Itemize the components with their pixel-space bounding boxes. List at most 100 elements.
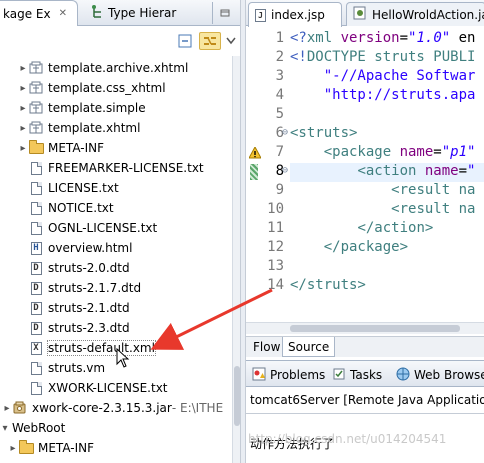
code-text: <struts>	[290, 125, 358, 141]
tree-item-label: struts-2.3.dtd	[48, 321, 130, 335]
tree-vertical-scrollbar[interactable]	[232, 56, 240, 463]
view-menu-button[interactable]	[222, 32, 240, 50]
scrollbar-thumb[interactable]	[290, 325, 460, 332]
dtd-file-icon: D	[28, 320, 44, 336]
tree-item-ognl-license[interactable]: OGNL-LICENSE.txt	[0, 218, 232, 238]
code-line[interactable]: 1 <?xml version="1.0" en	[246, 30, 484, 49]
tab-index-jsp[interactable]: J index.jsp	[248, 2, 342, 27]
code-line[interactable]: 10 <result na	[246, 201, 484, 220]
code-text: "-//Apache Softwar	[323, 68, 476, 84]
tree-item-struts-2-1-7-dtd[interactable]: D struts-2.1.7.dtd	[0, 278, 232, 298]
project-tree: ▸ template.archive.xhtml ▸ template.css_…	[0, 56, 232, 463]
tree-item-template-simple[interactable]: ▸ template.simple	[0, 98, 232, 118]
xml-editor: J index.jsp HelloWroldAction.ja 1 <?xml v…	[246, 0, 484, 357]
collapse-all-button[interactable]	[176, 32, 194, 50]
code-line[interactable]: 7 <package name="p1"	[246, 144, 484, 163]
globe-icon	[396, 367, 410, 384]
tree-item-label: template.simple	[48, 101, 146, 115]
line-number: 9	[275, 182, 284, 198]
expand-arrow-icon[interactable]: ▸	[18, 143, 28, 154]
dtd-file-icon: D	[28, 300, 44, 316]
change-marker-icon	[250, 164, 258, 180]
tab-web-browser[interactable]: Web Browse	[392, 364, 484, 386]
expand-arrow-icon[interactable]: ▸	[8, 443, 18, 454]
line-number: 11	[267, 220, 284, 236]
tree-item-template-xhtml[interactable]: ▸ template.xhtml	[0, 118, 232, 138]
tree-item-xwork-license[interactable]: XWORK-LICENSE.txt	[0, 378, 232, 398]
tree-item-label: LICENSE.txt	[48, 181, 119, 195]
tree-item-label: struts-2.0.dtd	[48, 261, 130, 275]
code-line[interactable]: 2 <!DOCTYPE struts PUBLI	[246, 49, 484, 68]
tree-item-label: FREEMARKER-LICENSE.txt	[48, 161, 204, 175]
dtd-file-icon: D	[28, 280, 44, 296]
tab-problems[interactable]: Problems	[248, 364, 329, 386]
editor-tabbar: J index.jsp HelloWroldAction.ja	[246, 0, 484, 27]
code-line[interactable]: 4 "http://struts.apa	[246, 87, 484, 106]
tree-item-xwork-core-jar[interactable]: ▸ xwork-core-2.3.15.3.jar - E:\ITHE	[0, 398, 232, 418]
text-file-icon	[28, 220, 44, 236]
tree-item-license[interactable]: LICENSE.txt	[0, 178, 232, 198]
link-with-editor-button[interactable]	[199, 32, 221, 50]
tree-item-template-archive[interactable]: ▸ template.archive.xhtml	[0, 58, 232, 78]
tab-package-explorer[interactable]: kage Ex ✕	[0, 0, 78, 26]
view-menu-icon[interactable]	[212, 2, 236, 24]
code-line[interactable]: 13	[246, 258, 484, 277]
tree-item-notice[interactable]: NOTICE.txt	[0, 198, 232, 218]
code-line[interactable]: 3 "-//Apache Softwar	[246, 68, 484, 87]
text-file-icon	[28, 200, 44, 216]
expand-arrow-icon[interactable]: ▸	[18, 63, 28, 74]
line-number: 10	[267, 201, 284, 217]
tab-hellowroldaction-label: HelloWroldAction.ja	[372, 7, 484, 22]
expand-arrow-icon[interactable]: ▸	[18, 123, 28, 134]
tab-flow[interactable]: Flow	[248, 337, 285, 357]
tree-item-location: - E:\ITHE	[171, 401, 224, 415]
code-line[interactable]: 6 ⊖ <struts>	[246, 125, 484, 144]
tree-item-struts-2-3-dtd[interactable]: D struts-2.3.dtd	[0, 318, 232, 338]
package-folder-icon	[28, 80, 44, 96]
tree-item-label: NOTICE.txt	[48, 201, 114, 215]
code-text: <?xml version="1.0" en	[290, 30, 476, 46]
code-text: <package name="p1"	[323, 144, 476, 160]
code-area[interactable]: 1 <?xml version="1.0" en 2 <!DOCTYPE struts…	[246, 30, 484, 320]
tree-item-webroot-meta-inf[interactable]: ▸ META-INF	[0, 438, 232, 458]
code-text: </action>	[357, 220, 434, 236]
tree-item-label: overview.html	[48, 241, 133, 255]
code-line[interactable]: 12 </package>	[246, 239, 484, 258]
expand-arrow-icon[interactable]: ▸	[18, 103, 28, 114]
code-line[interactable]: 11 </action>	[246, 220, 484, 239]
tree-item-freemarker-license[interactable]: FREEMARKER-LICENSE.txt	[0, 158, 232, 178]
expand-arrow-icon[interactable]: ▸	[2, 403, 12, 414]
tree-item-template-css-xhtml[interactable]: ▸ template.css_xhtml	[0, 78, 232, 98]
dtd-file-icon: D	[28, 260, 44, 276]
tree-item-struts-2-1-dtd[interactable]: D struts-2.1.dtd	[0, 298, 232, 318]
code-line[interactable]: 14 </struts>	[246, 277, 484, 296]
close-icon[interactable]: ✕	[59, 8, 67, 19]
tree-item-overview-html[interactable]: H overview.html	[0, 238, 232, 258]
code-line[interactable]: 9 <result na	[246, 182, 484, 201]
expand-arrow-icon[interactable]: ▸	[18, 83, 28, 94]
console-tabbar: Problems Tasks Web Browse	[246, 361, 484, 387]
tree-item-label: META-INF	[38, 441, 95, 455]
folder-icon	[28, 139, 44, 156]
package-explorer-pane: kage Ex ✕ Type Hierar ▸ template.archive…	[0, 0, 240, 463]
tree-item-struts-2-0-dtd[interactable]: D struts-2.0.dtd	[0, 258, 232, 278]
line-number: 12	[267, 239, 284, 255]
line-number: 13	[267, 258, 284, 274]
type-hierarchy-icon	[90, 4, 104, 22]
code-line[interactable]: 8 ⊖ <action name="	[246, 163, 484, 182]
line-number: 3	[275, 68, 284, 84]
html-file-icon: H	[28, 240, 44, 256]
editor-mode-tabs: Flow Source	[246, 336, 484, 357]
editor-horizontal-scrollbar[interactable]	[246, 322, 484, 334]
left-view-tabbar: kage Ex ✕ Type Hierar	[0, 0, 240, 26]
tab-hellowroldaction[interactable]: HelloWroldAction.ja	[346, 2, 484, 26]
tab-type-hierarchy[interactable]: Type Hierar	[90, 0, 176, 26]
tree-item-meta-inf[interactable]: ▸ META-INF	[0, 138, 232, 158]
tab-source[interactable]: Source	[282, 337, 336, 357]
code-text: <!DOCTYPE struts PUBLI	[290, 49, 476, 65]
tree-item-label: XWORK-LICENSE.txt	[48, 381, 168, 395]
tree-item-webroot[interactable]: ▾ WebRoot	[0, 418, 232, 438]
collapse-arrow-icon[interactable]: ▾	[0, 423, 10, 434]
code-line[interactable]: 5	[246, 106, 484, 125]
tab-tasks[interactable]: Tasks	[328, 364, 386, 386]
